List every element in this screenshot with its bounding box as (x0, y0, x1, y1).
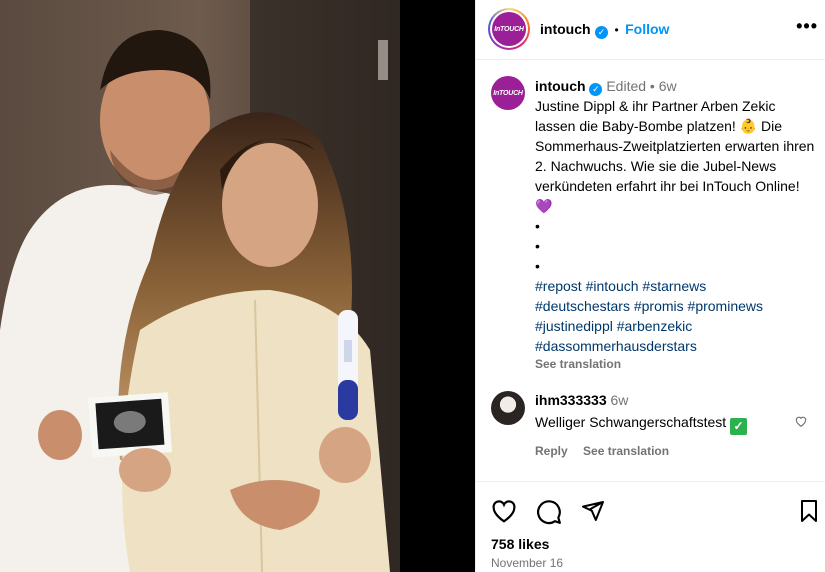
caption-see-translation[interactable]: See translation (535, 356, 815, 372)
baby-emoji: 👶 (739, 118, 758, 134)
caption: intouch ✓ Edited • 6w Justine Dippl & ih… (535, 76, 815, 372)
caption-username[interactable]: intouch (535, 78, 586, 94)
post-date[interactable]: November 16 (491, 556, 563, 570)
verified-icon: ✓ (589, 82, 603, 96)
caption-hashtags: #repost #intouch #starnews #deutschestar… (535, 276, 815, 356)
comments-scroll-area[interactable]: InTOUCH intouch ✓ Edited • 6w Justine Di… (476, 61, 825, 481)
post-details-panel: InTOUCH intouch ✓ • Follow ••• InTOUCH i… (475, 0, 825, 572)
hashtag-link[interactable]: #justinedippl (535, 318, 613, 334)
post-photo (0, 0, 400, 572)
post-footer: 758 likes November 16 (476, 481, 825, 572)
check-mark-emoji: ✓ (730, 417, 748, 435)
caption-age[interactable]: 6w (659, 78, 677, 94)
caption-text: Justine Dippl & ihr Partner Arben Zekic … (535, 96, 815, 216)
hashtag-link[interactable]: #promis (634, 298, 684, 314)
commenter-avatar[interactable] (491, 391, 525, 425)
comment-username[interactable]: ihm333333 (535, 392, 607, 408)
hashtag-link[interactable]: #intouch (586, 278, 639, 294)
caption-edited: Edited (606, 78, 647, 94)
separator-dot: • (649, 78, 659, 94)
hashtag-link[interactable]: #starnews (642, 278, 706, 294)
reply-button[interactable]: Reply (535, 444, 568, 458)
caption-bullet: • (535, 218, 540, 234)
post-image[interactable] (0, 0, 475, 572)
more-icon[interactable]: ••• (796, 17, 818, 35)
separator-dot: • (614, 23, 619, 37)
hashtag-link[interactable]: #arbenzekic (617, 318, 693, 334)
share-icon[interactable] (580, 499, 606, 528)
hashtag-link[interactable]: #prominews (688, 298, 763, 314)
comment-actions: Reply See translation (535, 441, 795, 461)
follow-button[interactable]: Follow (625, 21, 669, 37)
purple-heart-emoji: 💜 (535, 198, 553, 214)
comment-text: Welliger Schwangerschaftstest (535, 414, 731, 430)
caption-bullet: • (535, 238, 540, 254)
author-avatar-ring[interactable]: InTOUCH (488, 8, 530, 50)
comment-icon[interactable] (536, 499, 562, 530)
heart-icon[interactable] (491, 499, 517, 528)
header-author-line: intouch ✓ • Follow (540, 21, 669, 39)
comment-text-line: Welliger Schwangerschaftstest ✓ (535, 412, 795, 435)
bookmark-icon[interactable] (798, 499, 820, 528)
couple-photo-illustration (0, 0, 400, 572)
author-avatar: InTOUCH (492, 12, 526, 46)
comment: ihm333333 6w Welliger Schwangerschaftste… (535, 390, 795, 461)
verified-icon: ✓ (595, 26, 608, 39)
hashtag-link[interactable]: #dassommerhausderstars (535, 338, 697, 354)
likes-count[interactable]: 758 likes (491, 536, 549, 552)
hashtag-link[interactable]: #repost (535, 278, 582, 294)
post-header: InTOUCH intouch ✓ • Follow ••• (476, 0, 825, 60)
caption-author-avatar[interactable]: InTOUCH (491, 76, 525, 110)
comment-age[interactable]: 6w (611, 392, 629, 408)
comment-heart-icon[interactable] (794, 414, 808, 433)
header-username[interactable]: intouch (540, 21, 591, 37)
hashtag-link[interactable]: #deutschestars (535, 298, 630, 314)
caption-bullet: • (535, 258, 540, 274)
caption-header: intouch ✓ Edited • 6w (535, 76, 815, 96)
comment-see-translation[interactable]: See translation (583, 444, 669, 458)
